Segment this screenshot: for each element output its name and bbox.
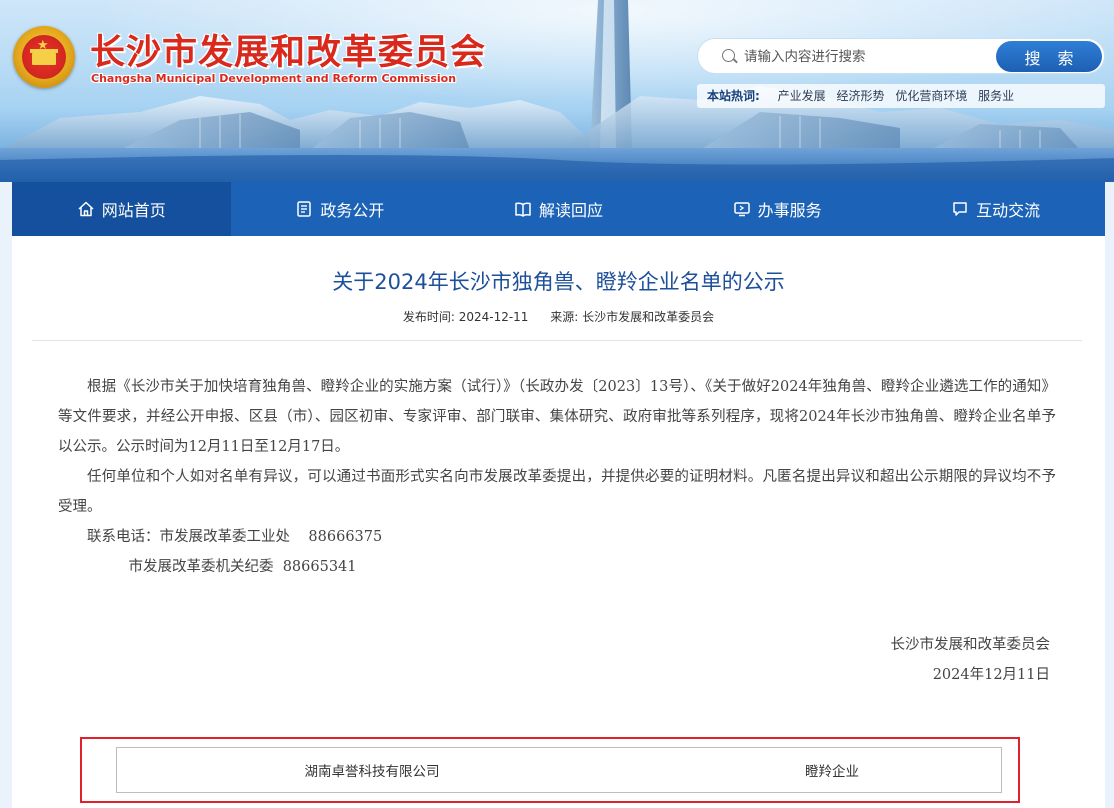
company-table-row: 湖南卓誉科技有限公司 瞪羚企业 [116, 747, 1002, 793]
hot-word-link[interactable]: 优化营商环境 [895, 89, 967, 103]
signature-org: 长沙市发展和改革委员会 [890, 637, 1051, 653]
article-title: 关于2024年长沙市独角兽、瞪羚企业名单的公示 [332, 270, 785, 294]
hot-words-bar: 本站热词: 产业发展 经济形势 优化营商环境 服务业 [697, 84, 1105, 108]
nav-item-government-affairs[interactable]: 政务公开 [231, 182, 450, 236]
contact-phone-1: 联系电话：市发展改革委工业处 88666375 [87, 529, 383, 545]
source: 长沙市发展和改革委员会 [582, 310, 715, 324]
hot-word-link[interactable]: 经济形势 [836, 89, 884, 103]
search-icon [722, 49, 735, 62]
nav-item-interaction[interactable]: 互动交流 [886, 182, 1105, 236]
article-body: 根据《长沙市关于加快培育独角兽、瞪羚企业的实施方案（试行）》（长政办发〔2023… [58, 372, 1056, 582]
hot-word-link[interactable]: 产业发展 [778, 89, 826, 103]
article-meta: 发布时间: 2024-12-11 来源: 长沙市发展和改革委员会 [12, 308, 1105, 325]
header-banner: ★ 长沙市发展和改革委员会 Changsha Municipal Develop… [0, 0, 1114, 182]
monitor-icon [733, 200, 751, 218]
company-name: 湖南卓誉科技有限公司 [304, 764, 440, 780]
nav-item-label: 解读回应 [538, 201, 603, 220]
nav-item-services[interactable]: 办事服务 [668, 182, 887, 236]
nav-item-label: 办事服务 [757, 201, 822, 220]
article-paragraph: 根据《长沙市关于加快培育独角兽、瞪羚企业的实施方案（试行）》（长政办发〔2023… [58, 379, 1056, 455]
nav-item-label: 互动交流 [976, 201, 1041, 220]
divider [32, 340, 1082, 341]
highlight-box: 湖南卓誉科技有限公司 瞪羚企业 [80, 737, 1020, 803]
source-label: 来源: [550, 310, 579, 324]
article-paragraph: 任何单位和个人如对名单有异议，可以通过书面形式实名向市发展改革委提出，并提供必要… [58, 469, 1056, 515]
hot-word-link[interactable]: 服务业 [978, 89, 1014, 103]
signature-date: 2024年12月11日 [932, 667, 1050, 683]
search-input[interactable] [744, 46, 989, 68]
home-icon [77, 200, 95, 218]
site-title: 长沙市发展和改革委员会 [90, 32, 487, 73]
search-box: 搜 索 [697, 38, 1105, 74]
national-emblem-icon: ★ [13, 26, 75, 88]
book-icon [514, 200, 532, 218]
nav-item-interpretation[interactable]: 解读回应 [449, 182, 668, 236]
nav-item-home[interactable]: 网站首页 [12, 182, 231, 236]
site-subtitle: Changsha Municipal Development and Refor… [91, 72, 457, 85]
search-button[interactable]: 搜 索 [996, 41, 1102, 72]
publish-date-label: 发布时间: [402, 310, 455, 324]
nav-item-label: 网站首页 [101, 201, 166, 220]
main-nav: 网站首页 政务公开 解读回应 办事服务 互动交流 [12, 182, 1105, 236]
signature: 长沙市发展和改革委员会 2024年12月11日 [891, 630, 1051, 690]
publish-date: 2024-12-11 [458, 310, 529, 324]
nav-item-label: 政务公开 [320, 201, 385, 220]
hot-words-label: 本站热词: [707, 89, 760, 103]
document-icon [295, 200, 313, 218]
contact-phone-2: 市发展改革委机关纪委 88665341 [87, 559, 357, 575]
company-type: 瞪羚企业 [805, 764, 859, 780]
article-container: 关于2024年长沙市独角兽、瞪羚企业名单的公示 发布时间: 2024-12-11… [12, 236, 1105, 808]
chat-icon [951, 200, 969, 218]
